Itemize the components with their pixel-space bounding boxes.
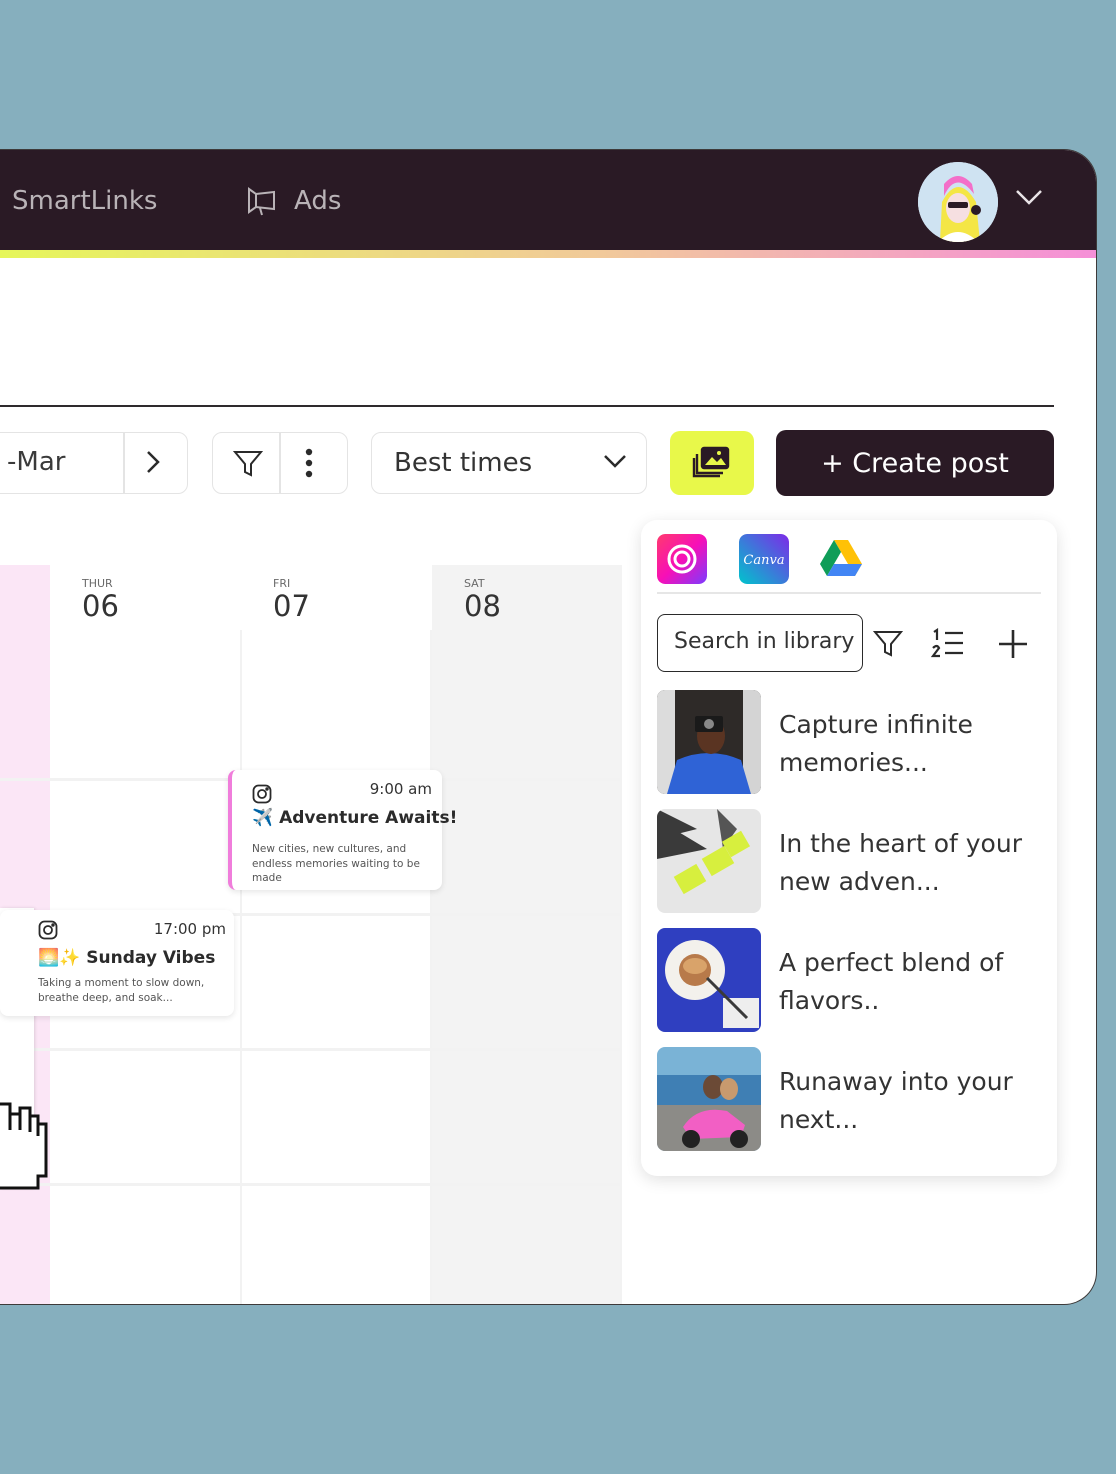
hand-cursor-icon xyxy=(0,1102,48,1190)
library-thumbnail xyxy=(657,690,761,794)
library-item[interactable]: A perfect blend of flavors.. xyxy=(657,928,1041,1032)
canva-icon[interactable]: Canva xyxy=(739,534,789,584)
library-item[interactable]: In the heart of your new adven... xyxy=(657,809,1041,913)
library-item-caption: Runaway into your next... xyxy=(779,1067,1013,1134)
nav-ads[interactable]: Ads xyxy=(246,186,341,216)
post-title: 🌅✨ Sunday Vibes xyxy=(38,948,216,968)
day-header-fri[interactable]: FRI 07 xyxy=(273,577,310,623)
media-library-icon xyxy=(692,446,730,478)
accent-gradient-bar xyxy=(0,250,1096,258)
library-search-input[interactable]: Search in library xyxy=(657,614,863,672)
library-item-caption: In the heart of your new adven... xyxy=(779,829,1022,896)
library-thumbnail xyxy=(657,809,761,913)
best-times-dropdown[interactable]: Best times xyxy=(371,432,647,494)
post-description: Taking a moment to slow down, breathe de… xyxy=(38,977,205,1004)
date-range-label: -Mar xyxy=(7,447,66,477)
filter-control xyxy=(212,432,348,494)
library-item[interactable]: Runaway into your next... xyxy=(657,1047,1041,1151)
media-library-button[interactable] xyxy=(670,431,754,495)
library-item-caption: Capture infinite memories... xyxy=(779,710,973,777)
weekend-column xyxy=(432,565,622,1304)
filter-icon[interactable] xyxy=(233,450,263,478)
chevron-down-icon[interactable] xyxy=(1014,188,1044,206)
post-description: New cities, new cultures, and endless me… xyxy=(252,843,420,884)
create-post-button[interactable]: + Create post xyxy=(776,430,1054,496)
chevron-right-icon[interactable] xyxy=(145,449,161,475)
canva-wordmark: Canva xyxy=(743,553,784,568)
post-time: 9:00 am xyxy=(369,780,432,798)
more-vertical-icon[interactable] xyxy=(303,448,315,478)
date-range-control: -Mar xyxy=(0,432,188,494)
best-times-label: Best times xyxy=(394,448,533,478)
day-header-thur[interactable]: THUR 06 xyxy=(82,577,119,623)
post-title: ✈️ Adventure Awaits! xyxy=(252,808,458,828)
filter-icon[interactable] xyxy=(873,630,903,658)
sort-list-icon[interactable] xyxy=(931,628,965,658)
library-thumbnail xyxy=(657,1047,761,1151)
scheduled-post-card[interactable]: 9:00 am ✈️ Adventure Awaits! New cities,… xyxy=(228,770,457,890)
day-date: 07 xyxy=(273,589,310,623)
megaphone-icon xyxy=(248,187,275,216)
adobe-creative-cloud-icon[interactable] xyxy=(657,534,707,584)
chevron-down-icon xyxy=(604,455,626,468)
day-header-sat[interactable]: SAT 08 xyxy=(464,577,501,623)
scheduled-post-card[interactable]: 17:00 pm 🌅✨ Sunday Vibes Taking a moment… xyxy=(0,910,234,1016)
day-date: 08 xyxy=(464,589,501,623)
plus-icon[interactable] xyxy=(997,628,1029,660)
nav-smartlinks[interactable]: SmartLinks xyxy=(12,186,157,216)
avatar[interactable] xyxy=(918,162,998,242)
library-item-caption: A perfect blend of flavors.. xyxy=(779,948,1004,1015)
media-library-panel: Canva Search in library Capture infinite… xyxy=(641,520,1057,1176)
nav-ads-label: Ads xyxy=(294,186,342,216)
day-date: 06 xyxy=(82,589,119,623)
app-window: SmartLinks Ads -Mar Best times + Create … xyxy=(0,150,1096,1304)
header-divider xyxy=(0,405,1054,407)
library-thumbnail xyxy=(657,928,761,1032)
instagram-icon xyxy=(38,920,58,940)
google-drive-icon[interactable] xyxy=(819,536,863,580)
top-nav-bar: SmartLinks Ads xyxy=(0,150,1096,250)
post-time: 17:00 pm xyxy=(153,920,226,938)
library-item[interactable]: Capture infinite memories... xyxy=(657,690,1041,794)
instagram-icon xyxy=(252,784,272,804)
